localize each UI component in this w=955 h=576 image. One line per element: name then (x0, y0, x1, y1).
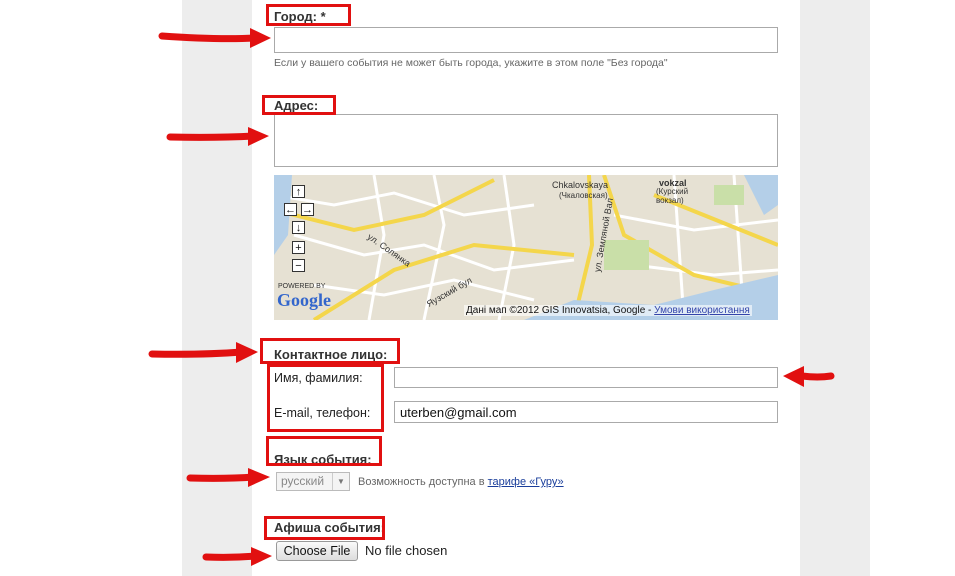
map-streets (274, 175, 778, 320)
address-textarea[interactable] (274, 114, 778, 167)
language-select[interactable]: русский ▼ (276, 472, 350, 491)
tariff-guru-link[interactable]: тарифе «Гуру» (488, 476, 564, 488)
map-pan-right-icon[interactable]: → (301, 203, 314, 216)
map-copyright-text: Дані мап ©2012 GIS Innovatsia, Google - (466, 305, 655, 316)
city-input[interactable] (274, 27, 778, 53)
name-input[interactable] (394, 367, 778, 388)
choose-file-button[interactable]: Choose File (276, 541, 358, 561)
right-gutter (800, 0, 870, 576)
map-pan-down-icon[interactable]: ↓ (292, 221, 305, 234)
map-label-station2-ru2: вокзал) (656, 196, 684, 205)
annotation-box-address (262, 95, 336, 115)
map-terms-link[interactable]: Умови використання (654, 305, 750, 316)
annotation-box-poster (264, 516, 385, 540)
language-note-text: Возможность доступна в (358, 476, 488, 488)
language-selected: русский (281, 474, 325, 488)
annotation-box-contact-fields (267, 364, 384, 432)
google-logo: Google (277, 290, 331, 310)
map-copyright: Дані мап ©2012 GIS Innovatsia, Google - … (464, 305, 752, 316)
annotation-arrow-language-icon (186, 468, 270, 487)
map-pan-up-icon[interactable]: ↑ (292, 185, 305, 198)
map-label-station1-ru: (Чкаловская) (559, 191, 608, 200)
language-note: Возможность доступна в тарифе «Гуру» (358, 476, 564, 488)
map-zoom-out-icon[interactable]: − (292, 259, 305, 272)
map-powered-by: POWERED BY (278, 283, 326, 290)
file-status: No file chosen (365, 543, 448, 558)
map-label-station2-ru: (Курский (656, 187, 689, 196)
annotation-arrow-poster-icon (202, 547, 272, 566)
chevron-down-icon: ▼ (332, 473, 349, 490)
annotation-box-city (266, 4, 351, 26)
map-pan-left-icon[interactable]: ← (284, 203, 297, 216)
map-widget[interactable]: Chkalovskaya (Чкаловская) vokzal (Курски… (274, 175, 778, 320)
annotation-box-contact (260, 338, 400, 364)
annotation-arrow-contact-icon (148, 342, 258, 363)
annotation-arrow-address-icon (166, 127, 269, 146)
map-label-station1: Chkalovskaya (552, 180, 609, 190)
annotation-arrow-name-icon (783, 366, 835, 387)
annotation-arrow-city-icon (158, 28, 271, 48)
map-zoom-in-icon[interactable]: + (292, 241, 305, 254)
email-input[interactable] (394, 401, 778, 423)
city-hint: Если у вашего события не может быть горо… (274, 57, 668, 69)
annotation-box-language (266, 436, 382, 466)
